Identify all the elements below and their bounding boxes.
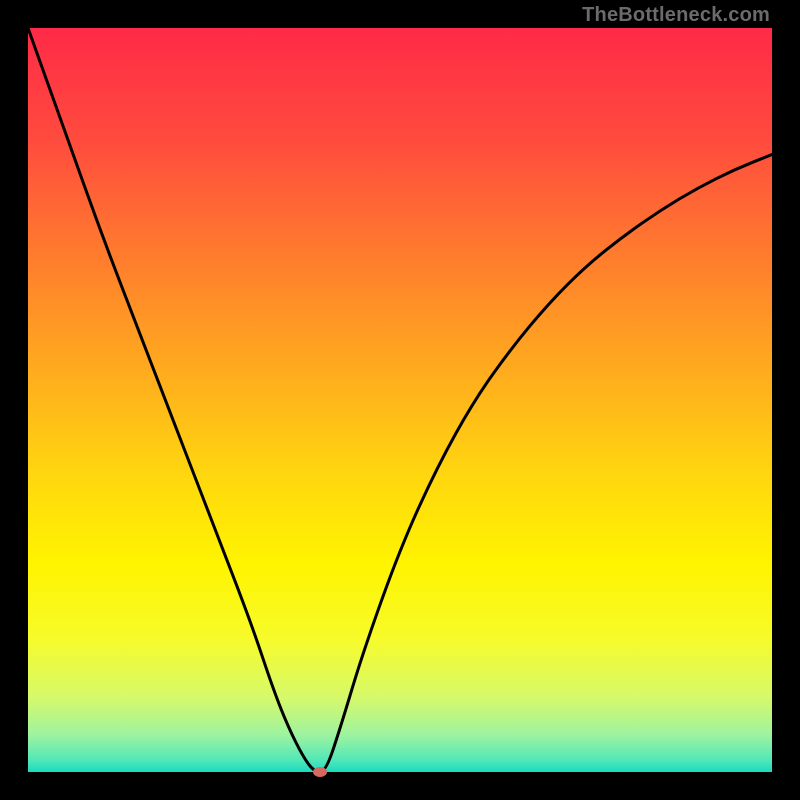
watermark-text: TheBottleneck.com [582,4,770,27]
chart-frame: TheBottleneck.com [0,0,800,800]
bottleneck-curve-path [28,28,772,772]
curve-layer [28,28,772,772]
plot-area [28,28,772,772]
min-marker-dot [313,767,327,777]
